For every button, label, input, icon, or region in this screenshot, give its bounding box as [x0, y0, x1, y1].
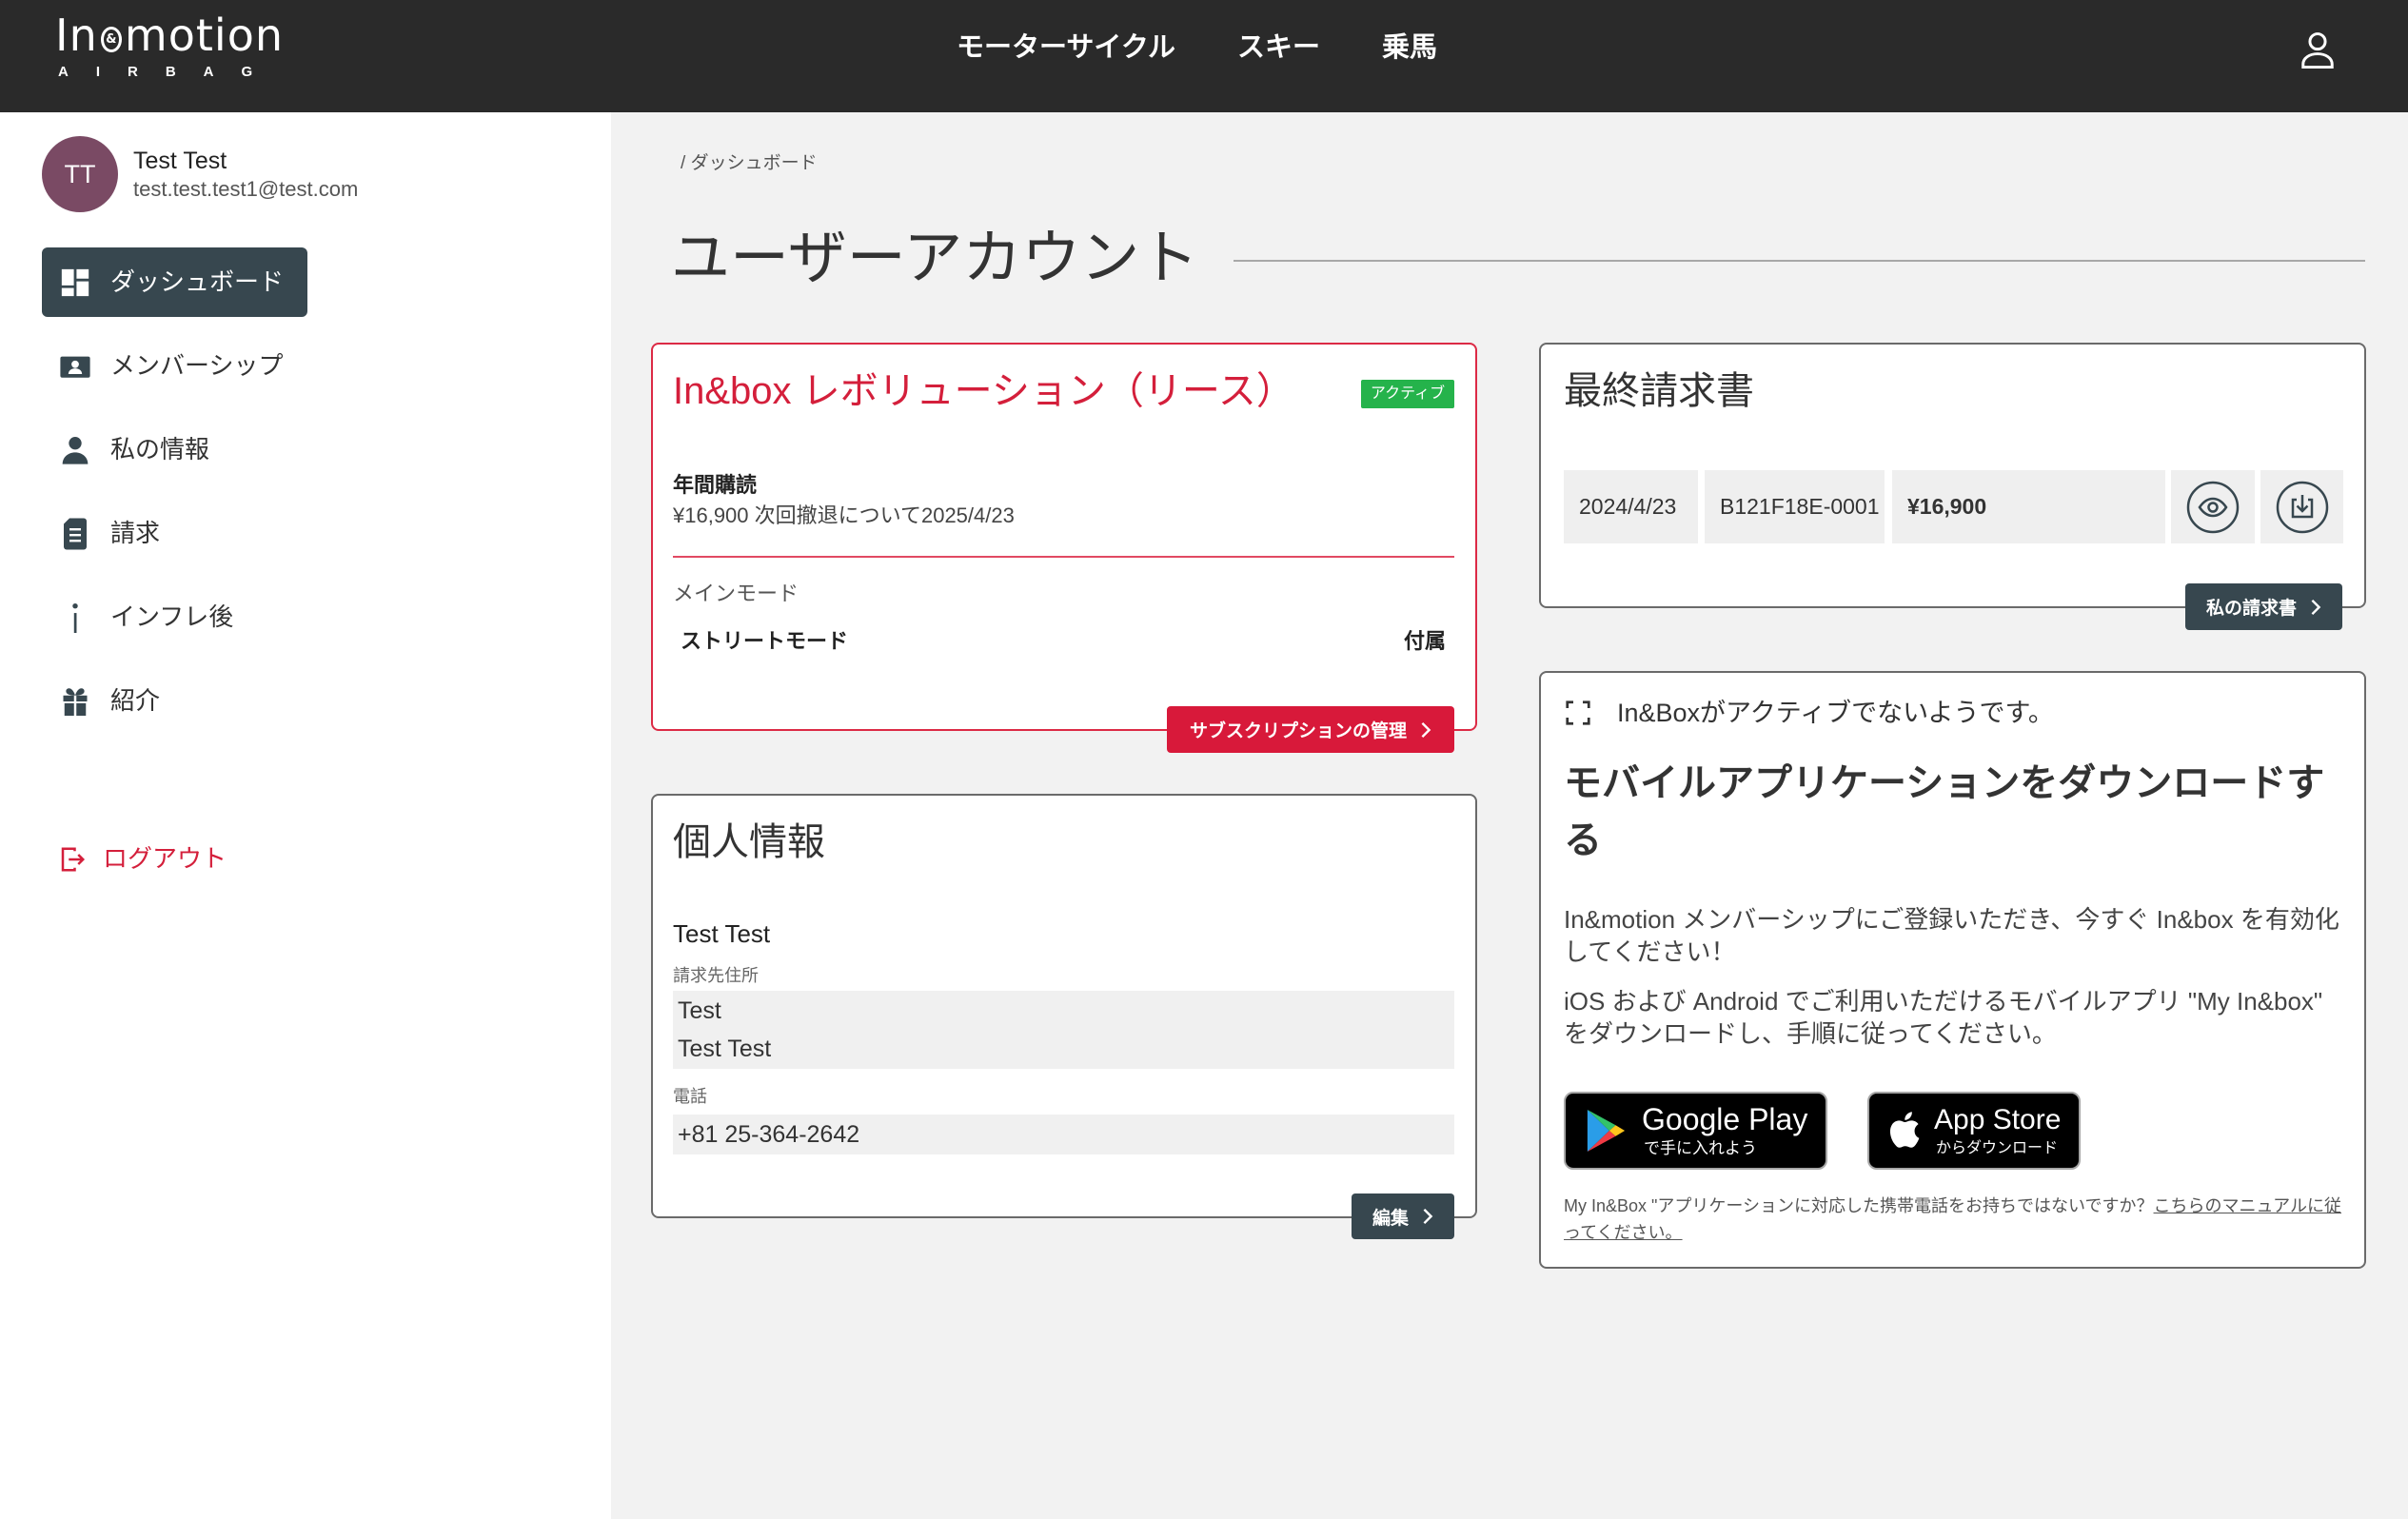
eye-icon: [2186, 481, 2240, 533]
user-name: Test Test: [133, 148, 227, 174]
sidebar-item-membership[interactable]: メンバーシップ: [42, 331, 307, 401]
inbox-inactive-notice: In&Boxがアクティブでないようです。: [1617, 699, 2054, 727]
logo-text-right: motion: [124, 10, 284, 61]
billing-address-label: 請求先住所: [673, 966, 759, 985]
google-play-title: Google Play: [1642, 1102, 1808, 1136]
manage-subscription-label: サブスクリプションの管理: [1189, 721, 1407, 741]
personal-name: Test Test: [673, 919, 771, 948]
phone-field: +81 25-364-2642: [673, 1115, 1454, 1154]
subscription-divider: [673, 556, 1454, 558]
invoice-date: 2024/4/23: [1564, 470, 1698, 543]
logo-tagline: AIRBAG: [58, 64, 281, 80]
last-invoice-title: 最終請求書: [1564, 370, 1754, 412]
subscription-card: In&box レボリューション（リース） アクティブ 年間購読 ¥16,900 …: [651, 343, 1477, 753]
logo-mark-circle: &: [100, 26, 122, 52]
my-invoices-label: 私の請求書: [2205, 599, 2297, 619]
logo-wordmark: In & motion: [55, 13, 284, 57]
dashboard-icon: [58, 247, 92, 317]
chevron-right-icon: [1423, 1208, 1433, 1225]
user-email: test.test.test1@test.com: [133, 177, 359, 201]
sidebar-item-referral[interactable]: 紹介: [42, 666, 307, 736]
sidebar-item-dashboard[interactable]: ダッシュボード: [42, 247, 307, 317]
edit-personal-info-button[interactable]: 編集: [1352, 1194, 1454, 1239]
view-invoice-button[interactable]: [2171, 470, 2255, 543]
info-icon: [58, 582, 92, 652]
subscription-title: In&box レボリューション（リース）: [673, 370, 1294, 412]
logo-text-left: In: [55, 10, 98, 61]
personal-info-title: 個人情報: [673, 821, 825, 863]
footer-note-text: My In&Box "アプリケーションに対応した携帯電話をお持ちではないですか？: [1564, 1196, 2154, 1215]
chevron-right-icon: [1421, 721, 1431, 738]
main-content: / ダッシュボード ユーザーアカウント In&box レボリューション（リース）…: [611, 112, 2408, 1519]
sidebar-item-label: 請求: [110, 519, 161, 547]
app-download-card: In&Boxがアクティブでないようです。 モバイルアプリケーションをダウンロード…: [1539, 671, 2366, 1269]
sidebar-item-my-info[interactable]: 私の情報: [42, 415, 307, 484]
sidebar-item-label: 紹介: [110, 686, 161, 715]
user-icon: [2301, 32, 2334, 69]
plan-label: 年間購読: [673, 473, 758, 497]
app-instructions-paragraph: iOS および Android でご利用いただけるモバイルアプリ "My In&…: [1564, 987, 2323, 1048]
invoice-number: B121F18E-0001: [1705, 470, 1885, 543]
mode-name: ストリートモード: [681, 629, 849, 653]
breadcrumb-separator: /: [681, 153, 686, 173]
sidebar-item-label: インフレ後: [110, 602, 234, 631]
invoice-amount: ¥16,900: [1892, 470, 2165, 543]
sidebar-item-billing[interactable]: 請求: [42, 499, 307, 568]
logout-label: ログアウト: [103, 844, 227, 873]
scan-icon: [1566, 700, 1590, 725]
logout-icon: [58, 824, 87, 894]
logo-mark-glyph: &: [106, 31, 117, 47]
sidebar-item-label: メンバーシップ: [110, 351, 284, 380]
google-play-icon: [1587, 1110, 1626, 1152]
sidebar-item-after-inflation[interactable]: インフレ後: [42, 582, 307, 652]
mode-label: メインモード: [673, 582, 799, 605]
chevron-right-icon: [2311, 599, 2321, 615]
gift-icon: [58, 666, 92, 736]
top-navigation-bar: In & motion AIRBAG モーターサイクル スキー 乗馬: [0, 0, 2408, 112]
nav-link-motorcycle[interactable]: モーターサイクル: [957, 30, 1175, 65]
personal-info-card: 個人情報 Test Test 請求先住所 Test Test Test 電話 +…: [651, 794, 1477, 1239]
person-icon: [58, 415, 92, 484]
avatar: TT: [42, 136, 118, 212]
app-store-badge[interactable]: App Store からダウンロード: [1867, 1092, 2081, 1170]
apple-icon: [1889, 1112, 1920, 1148]
breadcrumb-current[interactable]: ダッシュボード: [691, 153, 818, 173]
sidebar-item-label: 私の情報: [110, 435, 210, 464]
nav-link-ski[interactable]: スキー: [1237, 30, 1320, 65]
billing-address-field: Test Test Test: [673, 991, 1454, 1069]
app-store-title: App Store: [1934, 1104, 2062, 1135]
app-store-subtitle: からダウンロード: [1936, 1140, 2059, 1156]
nav-link-equestrian[interactable]: 乗馬: [1382, 30, 1437, 65]
google-play-subtitle: で手に入れよう: [1644, 1139, 1757, 1157]
breadcrumb: / ダッシュボード: [681, 152, 818, 175]
activation-paragraph: In&motion メンバーシップにご登録いただき、今すぐ In&box を有効…: [1564, 905, 2339, 966]
mode-status: 付属: [1403, 629, 1446, 653]
google-play-badge[interactable]: Google Play で手に入れよう: [1564, 1092, 1827, 1170]
plan-detail: ¥16,900 次回撤退について2025/4/23: [673, 503, 1015, 527]
download-icon: [2276, 481, 2328, 533]
title-divider: [1234, 260, 2365, 262]
download-app-heading: モバイルアプリケーションをダウンロードする: [1564, 762, 2325, 861]
edit-label: 編集: [1372, 1208, 1409, 1229]
status-badge: アクティブ: [1361, 380, 1454, 408]
logout-button[interactable]: ログアウト: [42, 824, 307, 894]
no-compatible-phone-note: My In&Box "アプリケーションに対応した携帯電話をお持ちではないですか？…: [1564, 1193, 2345, 1246]
inmotion-airbag-logo[interactable]: In & motion AIRBAG: [55, 13, 284, 80]
last-invoice-card: 最終請求書 2024/4/23 B121F18E-0001 ¥16,900 私の…: [1539, 343, 2366, 630]
account-button[interactable]: [2298, 29, 2338, 70]
address-line: Test: [678, 997, 721, 1024]
sidebar-item-label: ダッシュボード: [110, 267, 285, 296]
id-card-icon: [58, 331, 92, 401]
page-title: ユーザーアカウント: [671, 226, 1199, 291]
manage-subscription-button[interactable]: サブスクリプションの管理: [1167, 706, 1454, 753]
my-invoices-button[interactable]: 私の請求書: [2185, 583, 2342, 630]
sidebar: TT Test Test test.test.test1@test.com ダッ…: [0, 112, 611, 1519]
billing-document-icon: [58, 499, 92, 568]
address-line: Test Test: [678, 1036, 772, 1062]
phone-label: 電話: [673, 1087, 707, 1106]
download-invoice-button[interactable]: [2260, 470, 2343, 543]
